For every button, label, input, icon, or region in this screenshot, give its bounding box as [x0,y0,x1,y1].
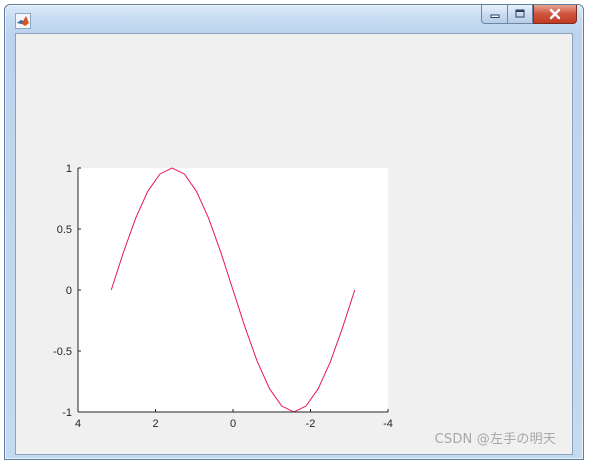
x-tick-label: 2 [152,418,158,430]
close-button[interactable] [533,5,577,24]
x-tick-label: 0 [230,418,236,430]
minimize-button[interactable] [481,5,507,24]
x-tick-label: -2 [306,418,316,430]
minimize-icon [490,14,499,18]
y-tick-label: 1 [66,163,72,175]
close-icon [549,8,561,20]
maximize-button[interactable] [507,5,533,24]
x-tick-label: -4 [383,418,393,430]
title-bar[interactable] [5,5,583,33]
figure-window: 4 2 0 -2 -4 1 0.5 0 -0.5 -1 CSDN @左手の明天 [4,4,584,460]
figure-client-area: 4 2 0 -2 -4 1 0.5 0 -0.5 -1 CSDN @左手の明天 [15,33,573,455]
matlab-figure-icon[interactable] [15,13,31,29]
maximize-icon [515,9,525,18]
y-tick-label: -1 [62,407,72,419]
y-tick-label: 0.5 [57,224,72,236]
x-tick-label: 4 [75,418,81,430]
y-tick-label: -0.5 [53,346,72,358]
y-tick-label: 0 [66,285,72,297]
matlab-logo-icon [17,16,29,26]
figure-canvas: 4 2 0 -2 -4 1 0.5 0 -0.5 -1 [53,163,393,430]
watermark-text: CSDN @左手の明天 [434,432,556,447]
window-controls [481,5,577,24]
